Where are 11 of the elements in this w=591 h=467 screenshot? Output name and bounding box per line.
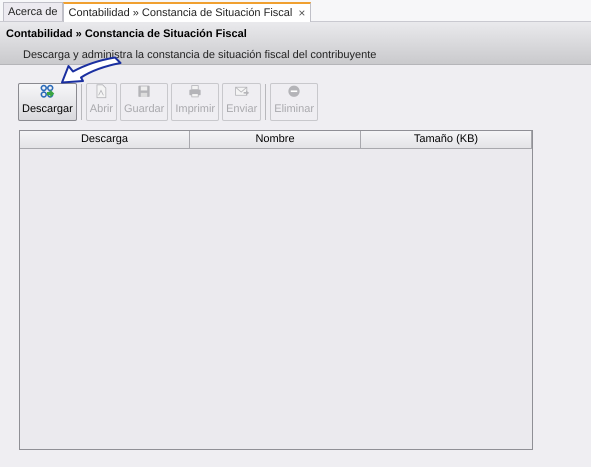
tab[interactable]: Contabilidad » Constancia de Situación Fiscal × [62,2,312,22]
page-title: Contabilidad » Constancia de Situación Fiscal [6,27,248,42]
toolbar-button[interactable]: Descargar [18,83,77,121]
page-subtitle: Descarga y administra la constancia de situación fiscal del contribuyente [23,48,378,62]
column-header[interactable]: Tamaño (KB) [361,131,532,148]
column-header[interactable]: Nombre [190,131,361,148]
close-icon[interactable]: × [298,4,306,22]
envelope-icon [232,84,251,98]
column-header[interactable]: Descarga [20,131,190,148]
download-icon [38,84,56,98]
tab[interactable]: Acerca de [3,2,63,21]
